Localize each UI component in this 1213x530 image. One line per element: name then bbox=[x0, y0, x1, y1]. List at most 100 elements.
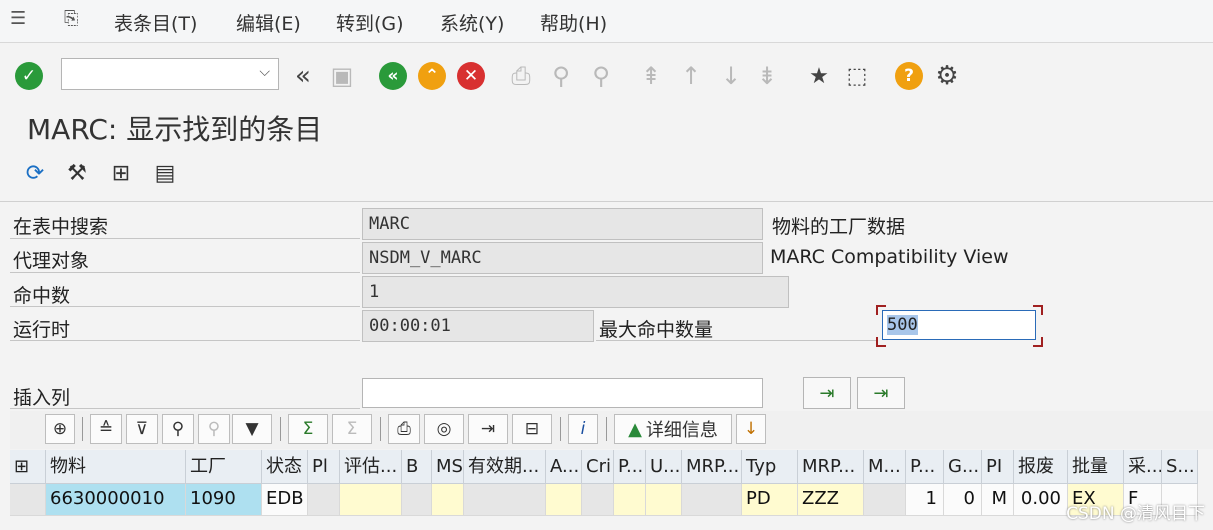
watermark: CSDN @清风目下 bbox=[1066, 504, 1205, 524]
column-header[interactable]: 批量 bbox=[1068, 450, 1124, 484]
search-table-field: MARC bbox=[362, 208, 763, 240]
table-cell[interactable] bbox=[546, 484, 582, 516]
column-header[interactable]: 采... bbox=[1124, 450, 1162, 484]
search-table-desc: 物料的工厂数据 bbox=[772, 216, 906, 238]
insert-column-input[interactable] bbox=[362, 378, 763, 408]
table-cell[interactable] bbox=[582, 484, 614, 516]
table-cell[interactable]: 6630000010 bbox=[46, 484, 186, 516]
table-cell[interactable] bbox=[464, 484, 546, 516]
last-page-icon: ⇟ bbox=[756, 62, 778, 90]
detail-info-button[interactable]: ▲ 详细信息 bbox=[614, 414, 732, 444]
settings-icon[interactable]: ⚙ bbox=[932, 61, 962, 91]
sort-ascending-icon[interactable]: ≙ bbox=[90, 414, 122, 444]
insert-column-after-button[interactable]: ⇥ bbox=[857, 377, 905, 409]
sort-icon[interactable]: ↓ bbox=[736, 414, 766, 444]
column-header[interactable]: PI bbox=[982, 450, 1014, 484]
column-header[interactable]: 报废 bbox=[1014, 450, 1068, 484]
table-cell[interactable]: 0.00 bbox=[1014, 484, 1068, 516]
table-cell[interactable] bbox=[864, 484, 906, 516]
views-icon[interactable]: ◎ bbox=[424, 414, 464, 444]
column-header[interactable]: 有效期... bbox=[464, 450, 546, 484]
back-icon[interactable]: « bbox=[378, 61, 408, 91]
menu-icon[interactable]: ☰ bbox=[10, 8, 32, 30]
command-field[interactable]: ⌵ bbox=[61, 58, 279, 90]
column-header[interactable]: 工厂 bbox=[186, 450, 262, 484]
table-cell[interactable]: EDB bbox=[262, 484, 308, 516]
column-header[interactable]: Typ bbox=[742, 450, 798, 484]
column-header[interactable]: MRP... bbox=[798, 450, 864, 484]
layout-select-icon[interactable]: ⊟ bbox=[512, 414, 552, 444]
check-table-icon[interactable]: ⊞ bbox=[106, 158, 136, 188]
table-cell[interactable]: 1 bbox=[906, 484, 944, 516]
create-session-icon[interactable]: ★ bbox=[804, 61, 834, 91]
select-all-icon[interactable]: ⊞ bbox=[10, 450, 46, 484]
table-cell[interactable]: M bbox=[982, 484, 1014, 516]
details-view-icon[interactable]: ⊕ bbox=[45, 414, 75, 444]
table-cell[interactable]: PD bbox=[742, 484, 798, 516]
column-header[interactable]: P... bbox=[906, 450, 944, 484]
info-icon[interactable]: i bbox=[568, 414, 598, 444]
column-header[interactable]: A... bbox=[546, 450, 582, 484]
table-cell[interactable]: ZZZ bbox=[798, 484, 864, 516]
export-icon[interactable]: ⇥ bbox=[468, 414, 508, 444]
menu-item-edit[interactable]: 编辑(E) bbox=[236, 9, 301, 36]
menu-item-table-entry[interactable]: 表条目(T) bbox=[114, 9, 197, 36]
sort-descending-icon[interactable]: ⊽ bbox=[126, 414, 158, 444]
row-selector[interactable] bbox=[10, 484, 46, 516]
print-icon: ⎙ bbox=[511, 62, 531, 90]
column-header[interactable]: B bbox=[402, 450, 432, 484]
exit-icon[interactable]: ⌃ bbox=[417, 61, 447, 91]
proxy-object-label: 代理对象 bbox=[13, 250, 90, 272]
column-header[interactable]: Pl bbox=[308, 450, 340, 484]
shortcut-icon[interactable]: ⬚ bbox=[842, 61, 872, 91]
selection-criteria-icon[interactable]: ⚒ bbox=[62, 158, 92, 188]
column-header[interactable]: P... bbox=[614, 450, 646, 484]
subtotal-icon: Σ bbox=[332, 414, 372, 444]
column-header[interactable]: 评估... bbox=[340, 450, 402, 484]
table-cell[interactable] bbox=[682, 484, 742, 516]
search-table-label: 在表中搜索 bbox=[13, 216, 109, 238]
print-preview-icon[interactable]: ⎙ bbox=[388, 414, 420, 444]
menu-item-help[interactable]: 帮助(H) bbox=[540, 9, 607, 36]
results-table: ⊞ 物料 6630000010 工厂 1090 状态 EDB Pl 评估... B MS 有效期..… bbox=[10, 450, 1213, 530]
table-cell[interactable]: 1090 bbox=[186, 484, 262, 516]
column-header[interactable]: MRP... bbox=[682, 450, 742, 484]
table-cell[interactable] bbox=[402, 484, 432, 516]
double-left-icon[interactable]: « bbox=[288, 61, 318, 91]
total-icon[interactable]: Σ bbox=[288, 414, 328, 444]
table-cell[interactable]: 0 bbox=[944, 484, 982, 516]
hit-count-label: 命中数 bbox=[13, 285, 71, 307]
enter-icon[interactable]: ✓ bbox=[14, 61, 44, 91]
find-icon[interactable]: ⚲ bbox=[162, 414, 194, 444]
table-cell[interactable] bbox=[432, 484, 464, 516]
insert-column-button[interactable]: ⇥ bbox=[803, 377, 851, 409]
prev-page-icon: ↑ bbox=[680, 62, 702, 90]
table-cell[interactable] bbox=[614, 484, 646, 516]
column-header[interactable]: S... bbox=[1162, 450, 1198, 484]
alv-toolbar: ⊕ ≙ ⊽ ⚲ ⚲ ▼ Σ Σ ⎙ ◎ ⇥ ⊟ i ▲ 详细信息 ↓ bbox=[10, 411, 1213, 449]
column-header[interactable]: M... bbox=[864, 450, 906, 484]
column-header[interactable]: 状态 bbox=[262, 450, 308, 484]
help-icon[interactable]: ? bbox=[894, 61, 924, 91]
table-contents-icon[interactable]: ▤ bbox=[150, 158, 180, 188]
table-cell[interactable] bbox=[340, 484, 402, 516]
column-header[interactable]: MS bbox=[432, 450, 464, 484]
column-header[interactable]: Cri bbox=[582, 450, 614, 484]
find-next-icon: ⚲ bbox=[198, 414, 230, 444]
filter-icon[interactable]: ▼ bbox=[232, 414, 272, 444]
column-header[interactable]: 物料 bbox=[46, 450, 186, 484]
command-dropdown-icon[interactable]: ⌵ bbox=[259, 64, 270, 80]
column-header[interactable]: G... bbox=[944, 450, 982, 484]
refresh-icon[interactable]: ⟳ bbox=[20, 158, 50, 188]
find-next-icon: ⚲ bbox=[592, 62, 610, 90]
max-hits-input[interactable]: 500 bbox=[882, 310, 1036, 340]
table-cell[interactable] bbox=[308, 484, 340, 516]
cancel-icon[interactable]: ✕ bbox=[456, 61, 486, 91]
table-cell[interactable] bbox=[646, 484, 682, 516]
menu-item-system[interactable]: 系统(Y) bbox=[440, 9, 504, 36]
menu-item-goto[interactable]: 转到(G) bbox=[336, 9, 404, 36]
column-header[interactable]: U... bbox=[646, 450, 682, 484]
standard-toolbar: ✓ ⌵ « ▣ « ⌃ ✕ ⎙ ⚲ ⚲ ⇞ ↑ ↓ ⇟ ★ ⬚ ? ⚙ bbox=[0, 43, 1213, 103]
layout-icon[interactable]: ⎘ bbox=[64, 8, 86, 30]
page-title: MARC: 显示找到的条目 bbox=[27, 113, 323, 146]
